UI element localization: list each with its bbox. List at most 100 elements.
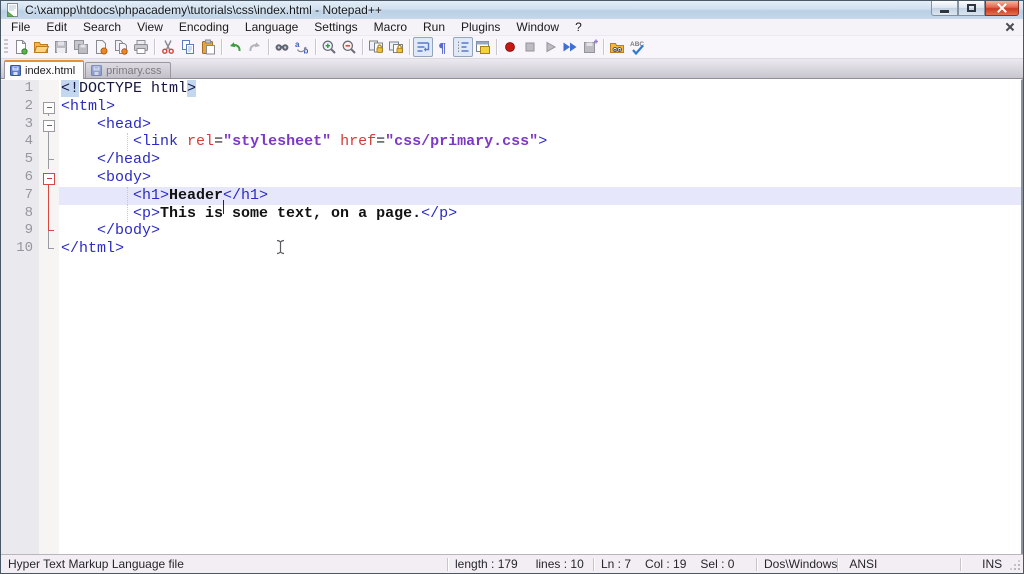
- new-file-icon[interactable]: [11, 37, 31, 57]
- minimize-button[interactable]: [931, 1, 958, 16]
- indent-guide-icon[interactable]: [453, 37, 473, 57]
- status-line-number: Ln : 7: [601, 557, 631, 571]
- code-text[interactable]: <body>: [59, 169, 1021, 187]
- menu-macro[interactable]: Macro: [366, 19, 415, 35]
- paste-icon[interactable]: [198, 37, 218, 57]
- zoom-out-icon[interactable]: [339, 37, 359, 57]
- code-line[interactable]: 1 <!DOCTYPE html>: [1, 80, 1021, 98]
- code-text[interactable]: <link rel="stylesheet" href="css/primary…: [59, 133, 1021, 151]
- fold-toggle-icon[interactable]: [39, 116, 59, 134]
- menu-run[interactable]: Run: [415, 19, 453, 35]
- line-number: 9: [1, 222, 39, 240]
- tab-label: index.html: [25, 65, 75, 77]
- save-all-icon[interactable]: [71, 37, 91, 57]
- code-line[interactable]: 9 </body>: [1, 222, 1021, 240]
- line-number: 7: [1, 187, 39, 205]
- toolbar-grip[interactable]: [4, 39, 8, 55]
- status-lines: lines : 10: [536, 557, 584, 571]
- line-number: 1: [1, 80, 39, 98]
- print-icon[interactable]: [131, 37, 151, 57]
- fold-margin: [39, 151, 59, 169]
- user-defined-dialog-icon[interactable]: [473, 37, 493, 57]
- sync-horizontal-scroll-icon[interactable]: [386, 37, 406, 57]
- line-number: 5: [1, 151, 39, 169]
- code-text[interactable]: <p>This is some text, on a page.</p>: [59, 205, 1021, 223]
- line-number: 4: [1, 133, 39, 151]
- macro-record-icon[interactable]: [500, 37, 520, 57]
- document-monitor-icon[interactable]: [607, 37, 627, 57]
- word-wrap-icon[interactable]: [413, 37, 433, 57]
- fold-margin: [39, 80, 59, 98]
- status-length: length : 179: [455, 557, 518, 571]
- save-icon[interactable]: [51, 37, 71, 57]
- copy-icon[interactable]: [178, 37, 198, 57]
- tab-bar: index.html primary.css: [1, 59, 1023, 79]
- menu-view[interactable]: View: [129, 19, 171, 35]
- macro-play-icon[interactable]: [540, 37, 560, 57]
- spell-check-icon[interactable]: ABC: [627, 37, 647, 57]
- zoom-in-icon[interactable]: [319, 37, 339, 57]
- fold-margin: [39, 240, 59, 258]
- toolbar: ab ¶ ABC: [1, 36, 1023, 59]
- tab-index-html[interactable]: index.html: [4, 60, 84, 79]
- code-line[interactable]: 5 </head>: [1, 151, 1021, 169]
- fold-toggle-icon[interactable]: [39, 169, 59, 187]
- code-line[interactable]: 7 <h1>Header</h1>: [1, 187, 1021, 205]
- line-number: 10: [1, 240, 39, 258]
- code-line[interactable]: 3 <head>: [1, 116, 1021, 134]
- code-line[interactable]: 4 <link rel="stylesheet" href="css/prima…: [1, 133, 1021, 151]
- line-number: 2: [1, 98, 39, 116]
- svg-text:a: a: [295, 40, 300, 49]
- menu-language[interactable]: Language: [237, 19, 306, 35]
- redo-icon[interactable]: [245, 37, 265, 57]
- menu-file[interactable]: File: [3, 19, 38, 35]
- menubar-close-icon[interactable]: [1003, 21, 1017, 33]
- tab-label: primary.css: [106, 65, 161, 77]
- status-encoding: ANSI: [849, 557, 877, 571]
- code-line[interactable]: 2 <html>: [1, 98, 1021, 116]
- code-text[interactable]: <html>: [59, 98, 1021, 116]
- maximize-button[interactable]: [958, 1, 985, 16]
- code-text[interactable]: </body>: [59, 222, 1021, 240]
- title-bar[interactable]: C:\xampp\htdocs\phpacademy\tutorials\css…: [1, 1, 1023, 19]
- macro-save-icon[interactable]: [580, 37, 600, 57]
- find-icon[interactable]: [272, 37, 292, 57]
- code-editor[interactable]: 1 <!DOCTYPE html> 2 <html>3 <head>4 <link r…: [1, 79, 1023, 554]
- status-bar: Hyper Text Markup Language file length :…: [1, 554, 1023, 573]
- fold-toggle-icon[interactable]: [39, 98, 59, 116]
- line-number: 8: [1, 205, 39, 223]
- code-text[interactable]: <h1>Header</h1>: [59, 187, 1021, 205]
- macro-run-multiple-icon[interactable]: [560, 37, 580, 57]
- code-line[interactable]: 10 </html>: [1, 240, 1021, 258]
- minimize-icon: [940, 10, 949, 13]
- menu-edit[interactable]: Edit: [38, 19, 75, 35]
- close-file-icon[interactable]: [91, 37, 111, 57]
- menu-settings[interactable]: Settings: [306, 19, 365, 35]
- cut-icon[interactable]: [158, 37, 178, 57]
- macro-stop-icon[interactable]: [520, 37, 540, 57]
- status-eol-format: Dos\Windows: [764, 557, 837, 571]
- undo-icon[interactable]: [225, 37, 245, 57]
- menu-plugins[interactable]: Plugins: [453, 19, 508, 35]
- code-line[interactable]: 6 <body>: [1, 169, 1021, 187]
- code-text[interactable]: </html>: [59, 240, 1021, 258]
- window-title: C:\xampp\htdocs\phpacademy\tutorials\css…: [25, 3, 382, 17]
- code-text[interactable]: <!DOCTYPE html>: [59, 80, 1021, 98]
- code-text[interactable]: <head>: [59, 116, 1021, 134]
- close-all-icon[interactable]: [111, 37, 131, 57]
- saved-file-icon: [10, 65, 21, 76]
- menu-search[interactable]: Search: [75, 19, 129, 35]
- menu-help[interactable]: ?: [567, 19, 590, 35]
- show-all-characters-icon[interactable]: ¶: [433, 37, 453, 57]
- sync-vertical-scroll-icon[interactable]: [366, 37, 386, 57]
- tab-primary-css[interactable]: primary.css: [85, 62, 170, 78]
- menu-window[interactable]: Window: [508, 19, 567, 35]
- code-text[interactable]: </head>: [59, 151, 1021, 169]
- open-file-icon[interactable]: [31, 37, 51, 57]
- resize-grip[interactable]: [1009, 559, 1021, 571]
- menu-encoding[interactable]: Encoding: [171, 19, 237, 35]
- close-button[interactable]: [985, 1, 1019, 16]
- replace-icon[interactable]: ab: [292, 37, 312, 57]
- code-line[interactable]: 8 <p>This is some text, on a page.</p>: [1, 205, 1021, 223]
- saved-file-icon: [91, 65, 102, 76]
